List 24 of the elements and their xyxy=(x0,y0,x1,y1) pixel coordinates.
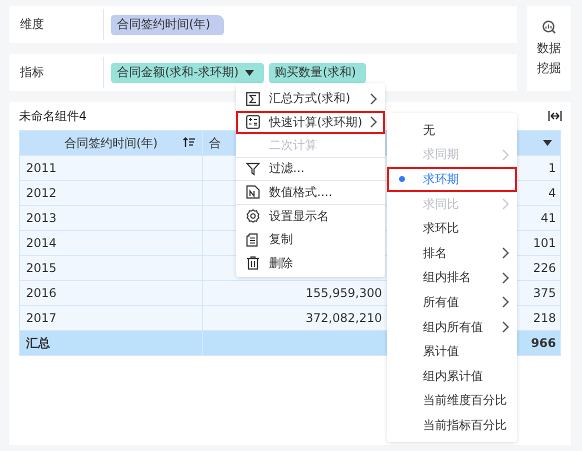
table-cell: 372,082,210 xyxy=(306,311,382,325)
table-cell: 41 xyxy=(540,211,556,225)
table-cell: 2014 xyxy=(26,236,57,250)
submenu-item: 求同比 xyxy=(387,192,517,216)
table-cell: 101 xyxy=(533,236,556,250)
table-cell: 375 xyxy=(533,286,556,300)
table-cell: 2016 xyxy=(26,286,57,300)
table-cell: 4 xyxy=(548,186,556,200)
table-cell: 2012 xyxy=(26,186,57,200)
summary-cell: 966 xyxy=(530,336,556,350)
component-title: 未命名组件4 xyxy=(19,108,87,124)
table-cell: 1 xyxy=(548,161,556,175)
table-cell: 226 xyxy=(533,261,556,275)
submenu-item: 求同期 xyxy=(387,142,517,168)
summary-label: 汇总 xyxy=(26,334,50,352)
menu-item: 二次计算 xyxy=(236,134,385,158)
table-cell: 218 xyxy=(533,311,556,325)
field-label: 指标 xyxy=(9,57,104,88)
table-cell: 2017 xyxy=(26,311,57,325)
table-cell: 2015 xyxy=(26,261,57,275)
table-cell: 2011 xyxy=(26,161,57,175)
table-cell: 2013 xyxy=(26,211,57,225)
field-label: 维度 xyxy=(9,9,104,40)
table-cell: 155,959,300 xyxy=(306,286,382,300)
